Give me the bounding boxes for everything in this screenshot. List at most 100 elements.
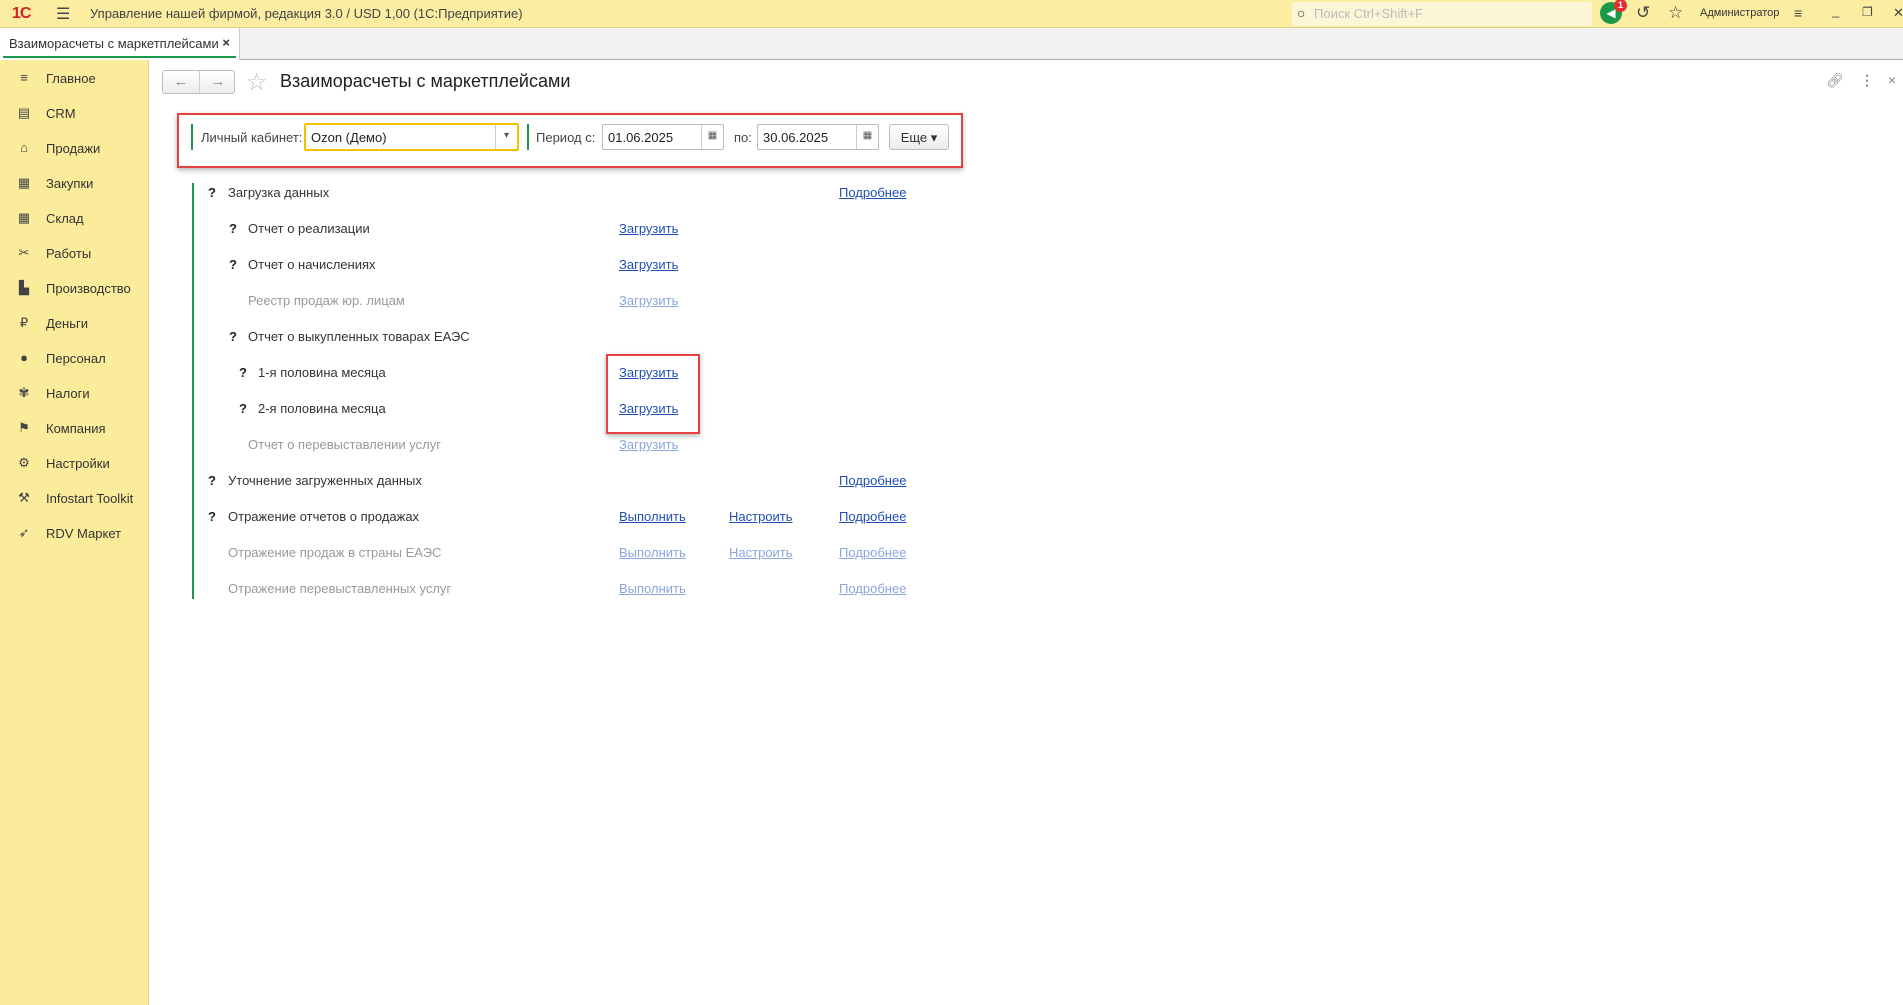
help-icon[interactable]: ? — [208, 185, 216, 200]
run-link[interactable]: Выполнить — [619, 545, 686, 560]
more-actions-icon[interactable]: ⋮ — [1860, 72, 1874, 89]
section-icon: ✾ — [18, 385, 30, 400]
details-link[interactable]: Подробнее — [839, 473, 906, 488]
load-link[interactable]: Загрузить — [619, 401, 678, 416]
section-bar — [192, 183, 194, 599]
sidebar-item[interactable]: ₽ Деньги — [0, 309, 148, 339]
task-label: 1-я половина месяца — [258, 365, 386, 380]
sidebar-item-label: Главное — [46, 71, 96, 86]
details-link[interactable]: Подробнее — [839, 581, 906, 596]
sidebar-item[interactable]: ▙ Производство — [0, 274, 148, 304]
period-to-input[interactable]: 30.06.2025 ▦ — [757, 124, 879, 150]
forward-arrow-icon[interactable]: → — [200, 73, 236, 90]
sidebar-item[interactable]: ▦ Склад — [0, 204, 148, 234]
more-button[interactable]: Еще ▾ — [889, 124, 949, 150]
task-label: Отражение отчетов о продажах — [228, 509, 420, 524]
sidebar-item[interactable]: ➶ RDV Маркет — [0, 519, 148, 549]
account-select[interactable]: Ozon (Демо) ▾ — [304, 123, 519, 151]
1c-logo: 1С — [12, 5, 31, 22]
run-link[interactable]: Выполнить — [619, 509, 686, 524]
sidebar-item-label: Закупки — [46, 176, 94, 191]
load-link[interactable]: Загрузить — [619, 365, 678, 380]
sidebar-item[interactable]: ● Персонал — [0, 344, 148, 374]
load-link[interactable]: Загрузить — [619, 221, 678, 236]
nav-buttons: ← → — [162, 70, 235, 94]
favorite-star-icon[interactable]: ☆ — [246, 68, 268, 97]
calendar-icon[interactable]: ▦ — [856, 125, 878, 149]
help-icon[interactable]: ? — [208, 473, 216, 488]
calendar-icon[interactable]: ▦ — [701, 125, 723, 149]
app-title: Управление нашей фирмой, редакция 3.0 / … — [90, 6, 523, 21]
load-link[interactable]: Загрузить — [619, 437, 678, 452]
period-from-label: Период с: — [536, 130, 596, 145]
back-arrow-icon[interactable]: ← — [163, 73, 199, 90]
settings-menu-icon[interactable]: ≡ — [1794, 5, 1802, 21]
sidebar-item-label: Деньги — [46, 316, 88, 331]
section-icon: ⚒ — [18, 490, 30, 505]
user-name[interactable]: Администратор — [1700, 7, 1779, 19]
configure-link[interactable]: Настроить — [729, 509, 793, 524]
search-icon: ○ — [1297, 5, 1306, 21]
details-link[interactable]: Подробнее — [839, 185, 906, 200]
period-to-value: 30.06.2025 — [763, 130, 829, 145]
main-menu-icon[interactable]: ☰ — [56, 4, 70, 24]
run-link[interactable]: Выполнить — [619, 581, 686, 596]
section-icon: ➶ — [18, 525, 30, 540]
minimize-icon[interactable]: _ — [1832, 3, 1839, 18]
title-bar: 1С ☰ Управление нашей фирмой, редакция 3… — [0, 0, 1903, 28]
help-icon[interactable]: ? — [229, 257, 237, 272]
sidebar-item-label: Персонал — [46, 351, 106, 366]
sidebar-item-label: Настройки — [46, 456, 110, 471]
section-icon: ● — [20, 350, 28, 365]
close-window-icon[interactable]: ✕ — [1893, 5, 1903, 21]
link-icon[interactable]: 🔗︎ — [1826, 72, 1844, 89]
chevron-down-icon[interactable]: ▾ — [495, 125, 517, 149]
close-form-icon[interactable]: × — [1888, 72, 1896, 88]
favorites-star-icon[interactable]: ☆ — [1668, 3, 1683, 23]
field-marker — [527, 124, 529, 150]
history-icon[interactable]: ↺ — [1636, 3, 1650, 23]
period-from-input[interactable]: 01.06.2025 ▦ — [602, 124, 724, 150]
sidebar-item[interactable]: ▦ Закупки — [0, 169, 148, 199]
sidebar-item[interactable]: ≡ Главное — [0, 64, 148, 94]
section-icon: ▦ — [17, 210, 31, 225]
load-link[interactable]: Загрузить — [619, 257, 678, 272]
sidebar-item-label: Производство — [46, 281, 131, 296]
details-link[interactable]: Подробнее — [839, 509, 906, 524]
help-icon[interactable]: ? — [229, 221, 237, 236]
section-icon: ⚙ — [18, 455, 30, 470]
sidebar-item[interactable]: ▤ CRM — [0, 99, 148, 129]
details-link[interactable]: Подробнее — [839, 545, 906, 560]
section-icon: ⚑ — [18, 420, 30, 435]
section-icon: ▤ — [17, 105, 31, 120]
configure-link[interactable]: Настроить — [729, 545, 793, 560]
help-icon[interactable]: ? — [239, 401, 247, 416]
sidebar-item-label: RDV Маркет — [46, 526, 122, 541]
help-icon[interactable]: ? — [229, 329, 237, 344]
sidebar-item-label: Продажи — [46, 141, 101, 156]
search-input[interactable]: ○ Поиск Ctrl+Shift+F — [1292, 2, 1592, 26]
load-link[interactable]: Загрузить — [619, 293, 678, 308]
task-label: Отчет о начислениях — [248, 257, 376, 272]
notifications-badge: 1 — [1614, 0, 1627, 12]
help-icon[interactable]: ? — [208, 509, 216, 524]
period-from-value: 01.06.2025 — [608, 130, 674, 145]
restore-icon[interactable]: ❐ — [1862, 5, 1873, 19]
sidebar-item[interactable]: ⌂ Продажи — [0, 134, 148, 164]
sidebar-item[interactable]: ✂ Работы — [0, 239, 148, 269]
sidebar-item[interactable]: ✾ Налоги — [0, 379, 148, 409]
search-placeholder: Поиск Ctrl+Shift+F — [1314, 6, 1423, 21]
section-icon: ⌂ — [20, 140, 28, 155]
task-label: Отчет о перевыставлении услуг — [248, 437, 441, 452]
tab-marketplace-settlements[interactable]: Взаиморасчеты с маркетплейсами × — [0, 28, 240, 60]
close-tab-icon[interactable]: × — [222, 35, 230, 50]
sidebar-item-label: Налоги — [46, 386, 90, 401]
sidebar: ≡ Главное ▤ CRM ⌂ Продажи ▦ Закупки ▦ Склад ✂ Работ… — [0, 60, 149, 1005]
sidebar-item[interactable]: ⚑ Компания — [0, 414, 148, 444]
sidebar-item[interactable]: ⚒ Infostart Toolkit — [0, 484, 148, 514]
section-icon: ✂ — [18, 245, 30, 260]
tab-label: Взаиморасчеты с маркетплейсами — [9, 36, 219, 51]
task-label: Отражение продаж в страны ЕАЭС — [228, 545, 442, 560]
sidebar-item[interactable]: ⚙ Настройки — [0, 449, 148, 479]
help-icon[interactable]: ? — [239, 365, 247, 380]
